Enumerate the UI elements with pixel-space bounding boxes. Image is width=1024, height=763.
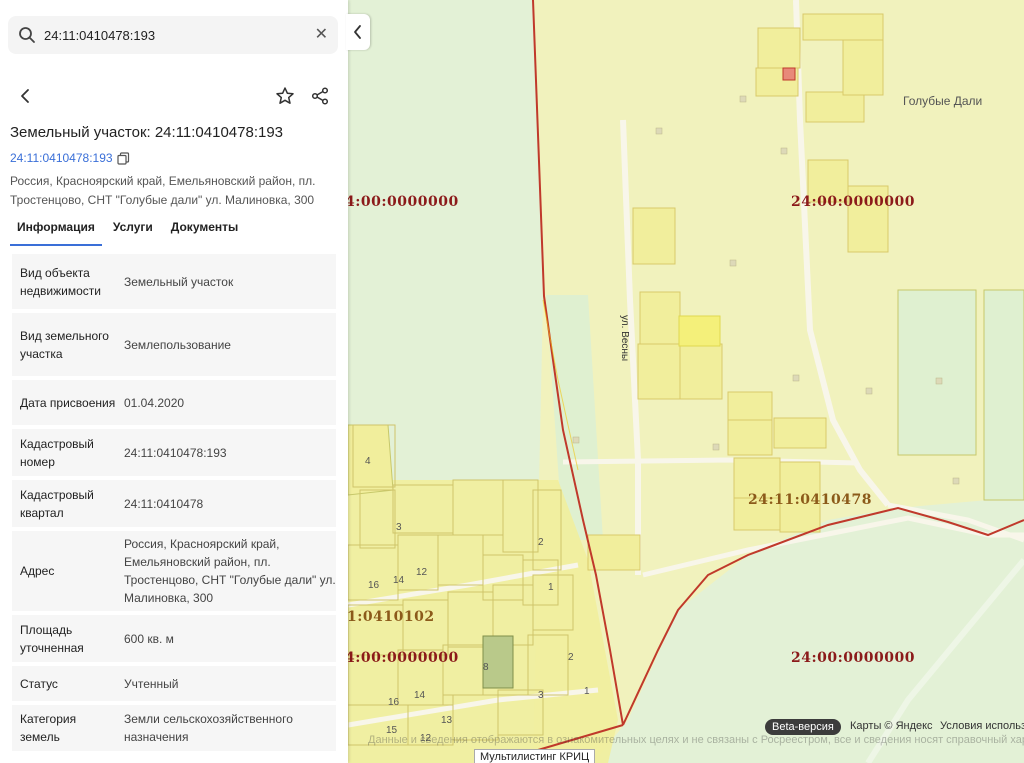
cadastral-map[interactable]: 4:00:0000000 24:00:0000000 4:00:0000000 … bbox=[348, 0, 1024, 763]
search-input[interactable] bbox=[44, 27, 294, 43]
property-row: Кадастровый номер 24:11:0410478:193 bbox=[12, 429, 336, 476]
beta-badge[interactable]: Beta-версия bbox=[765, 719, 841, 735]
plot-number: 4 bbox=[365, 456, 371, 467]
info-panel: ✕ Земельный участок: 24:11:0410478:193 2… bbox=[0, 0, 348, 763]
favorite-button[interactable] bbox=[273, 84, 297, 108]
krits-badge[interactable]: Мультилистинг КРИЦ bbox=[474, 749, 596, 763]
property-label: Дата присвоения bbox=[20, 395, 116, 410]
property-label: Вид объекта недвижимости bbox=[20, 265, 101, 298]
plot-number: 3 bbox=[396, 522, 402, 533]
plot-number: 2 bbox=[568, 652, 574, 663]
property-label: Адрес bbox=[20, 564, 55, 578]
map-canvas[interactable] bbox=[348, 0, 1024, 763]
property-value: Земли сельскохозяйственного назначения bbox=[124, 712, 293, 744]
property-value: 600 кв. м bbox=[124, 631, 174, 646]
plot-number: 14 bbox=[393, 575, 405, 586]
property-row: Вид объекта недвижимости Земельный участ… bbox=[12, 254, 336, 309]
search-icon bbox=[19, 27, 35, 43]
zone-label: 24:00:0000000 bbox=[791, 194, 915, 210]
tab-bar: Информация Услуги Документы bbox=[10, 216, 249, 246]
zone-label: 4:00:0000000 bbox=[348, 194, 459, 210]
chevron-left-icon bbox=[21, 89, 29, 103]
back-button[interactable] bbox=[14, 84, 38, 108]
property-label: Вид земельного участка bbox=[20, 328, 109, 361]
plot-number: 13 bbox=[441, 715, 453, 726]
property-value: 01.04.2020 bbox=[124, 395, 185, 410]
plot-number: 1 bbox=[548, 582, 554, 593]
property-label: Площадь уточненная bbox=[20, 622, 84, 655]
plot-number: 16 bbox=[388, 697, 400, 708]
property-value: 24:11:0410478 bbox=[124, 496, 204, 511]
street-label: ул. Весны bbox=[619, 315, 630, 362]
property-label: Категория земель bbox=[20, 712, 77, 744]
map-copyright[interactable]: Карты © Яндекс bbox=[850, 720, 933, 732]
property-value: Учтенный bbox=[124, 676, 179, 691]
property-value: Земельный участок bbox=[124, 274, 234, 289]
plot-number: 8 bbox=[483, 662, 489, 673]
tab-documents[interactable]: Документы bbox=[164, 216, 245, 246]
collapse-panel-button[interactable] bbox=[346, 14, 370, 50]
clear-search-icon[interactable]: ✕ bbox=[315, 27, 328, 43]
property-row: Категория земель Земли сельскохозяйствен… bbox=[12, 705, 336, 751]
place-label: Голубые Дали bbox=[903, 94, 983, 108]
cadastral-number-link[interactable]: 24:11:0410478:193 bbox=[10, 151, 130, 165]
property-value: Землепользование bbox=[124, 337, 231, 352]
tab-information[interactable]: Информация bbox=[10, 216, 102, 246]
zone-label: 24:00:0000000 bbox=[791, 650, 915, 666]
map-disclaimer: Данные и сведения отображаются в ознаком… bbox=[368, 734, 1024, 746]
quarter-label: 1:0410102 bbox=[348, 609, 435, 625]
search-bar[interactable]: ✕ bbox=[8, 16, 338, 54]
tab-services[interactable]: Услуги bbox=[106, 216, 160, 246]
property-row: Дата присвоения 01.04.2020 bbox=[12, 380, 336, 425]
property-row: Кадастровый квартал 24:11:0410478 bbox=[12, 480, 336, 527]
properties-list: Вид объекта недвижимости Земельный участ… bbox=[12, 254, 336, 755]
share-icon bbox=[311, 87, 329, 105]
plot-number: 14 bbox=[414, 690, 426, 701]
property-value: Россия, Красноярский край, Емельяновский… bbox=[124, 537, 336, 605]
property-label: Кадастровый номер bbox=[20, 436, 94, 469]
plot-number: 1 bbox=[584, 686, 590, 697]
terms-link[interactable]: Условия использ bbox=[940, 720, 1024, 732]
plot-number: 16 bbox=[368, 580, 380, 591]
property-label: Статус bbox=[20, 676, 58, 691]
copy-icon[interactable] bbox=[116, 151, 130, 165]
plot-number: 12 bbox=[416, 567, 428, 578]
property-row: Вид земельного участка Землепользование bbox=[12, 313, 336, 376]
plot-number: 2 bbox=[538, 537, 544, 548]
property-row: Адрес Россия, Красноярский край, Емельян… bbox=[12, 531, 336, 611]
star-icon bbox=[276, 87, 294, 104]
chevron-left-icon bbox=[354, 25, 361, 39]
property-row: Статус Учтенный bbox=[12, 666, 336, 701]
quarter-label: 24:11:0410478 bbox=[748, 492, 872, 508]
plot-number: 3 bbox=[538, 690, 544, 701]
property-label: Кадастровый квартал bbox=[20, 487, 94, 520]
property-row: Площадь уточненная 600 кв. м bbox=[12, 615, 336, 662]
zone-label: 4:00:0000000 bbox=[348, 650, 459, 666]
object-title: Земельный участок: 24:11:0410478:193 bbox=[10, 124, 284, 141]
cadastral-number-text[interactable]: 24:11:0410478:193 bbox=[10, 151, 113, 165]
share-button[interactable] bbox=[308, 84, 332, 108]
property-value: 24:11:0410478:193 bbox=[124, 445, 227, 460]
object-address: Россия, Красноярский край, Емельяновский… bbox=[10, 174, 316, 207]
